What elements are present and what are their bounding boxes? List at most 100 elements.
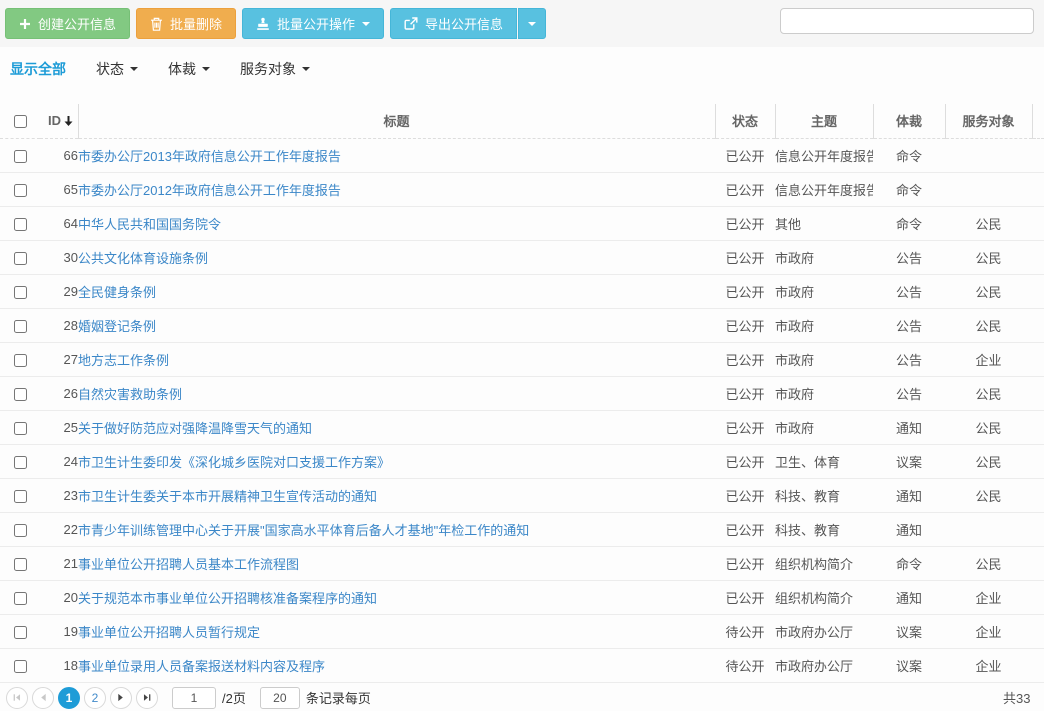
first-page-button[interactable]: [6, 687, 28, 709]
row-checkbox[interactable]: [14, 592, 27, 605]
row-title-link[interactable]: 事业单位公开招聘人员基本工作流程图: [78, 557, 299, 572]
filter-status-dropdown[interactable]: 状态: [96, 59, 138, 79]
row-checkbox[interactable]: [14, 218, 27, 231]
create-button-label: 创建公开信息: [38, 14, 116, 33]
row-checkbox[interactable]: [14, 354, 27, 367]
row-select-cell: [0, 308, 40, 342]
table-row: 19 事业单位公开招聘人员暂行规定 待公开 市政府办公厅 议案 企业: [0, 614, 1044, 648]
row-subject: 市政府办公厅: [775, 614, 873, 648]
table-row: 66 市委办公厅2013年政府信息公开工作年度报告 已公开 信息公开年度报告 命…: [0, 138, 1044, 172]
row-title-link[interactable]: 全民健身条例: [78, 285, 156, 300]
row-checkbox[interactable]: [14, 184, 27, 197]
bulk-publish-button[interactable]: 批量公开操作: [242, 8, 384, 39]
row-checkbox[interactable]: [14, 490, 27, 503]
page-number-input[interactable]: [172, 687, 216, 709]
row-audience: 公民: [945, 206, 1032, 240]
table-row: 64 中华人民共和国国务院令 已公开 其他 命令 公民: [0, 206, 1044, 240]
export-dropdown-toggle[interactable]: [518, 8, 546, 39]
filter-status-label: 状态: [96, 59, 124, 79]
row-checkbox[interactable]: [14, 422, 27, 435]
page-size-input[interactable]: [260, 687, 300, 709]
table-row: 65 市委办公厅2012年政府信息公开工作年度报告 已公开 信息公开年度报告 命…: [0, 172, 1044, 206]
row-title-link[interactable]: 事业单位公开招聘人员暂行规定: [78, 625, 260, 640]
row-status: 已公开: [715, 444, 775, 478]
row-status: 已公开: [715, 580, 775, 614]
stamp-icon: [256, 17, 270, 31]
row-checkbox[interactable]: [14, 660, 27, 673]
row-checkbox[interactable]: [14, 558, 27, 571]
row-checkbox[interactable]: [14, 150, 27, 163]
row-status: 已公开: [715, 410, 775, 444]
row-checkbox[interactable]: [14, 252, 27, 265]
row-title-link[interactable]: 公共文化体育设施条例: [78, 251, 208, 266]
bulk-delete-button[interactable]: 批量删除: [136, 8, 236, 39]
row-title-link[interactable]: 婚姻登记条例: [78, 319, 156, 334]
search-input[interactable]: [780, 8, 1034, 34]
row-title-link[interactable]: 中华人民共和国国务院令: [78, 217, 221, 232]
row-checkbox[interactable]: [14, 388, 27, 401]
row-extra-cell: [1032, 648, 1044, 682]
row-title-link[interactable]: 市委办公厅2013年政府信息公开工作年度报告: [78, 149, 341, 164]
page-2-button[interactable]: 2: [84, 687, 106, 709]
column-header-id[interactable]: ID: [40, 104, 78, 138]
row-title-link[interactable]: 自然灾害救助条例: [78, 387, 182, 402]
page-1-button[interactable]: 1: [58, 687, 80, 709]
caret-down-icon: [528, 22, 536, 26]
row-genre: 通知: [873, 478, 945, 512]
table-body: 66 市委办公厅2013年政府信息公开工作年度报告 已公开 信息公开年度报告 命…: [0, 138, 1044, 682]
row-checkbox[interactable]: [14, 626, 27, 639]
column-header-genre[interactable]: 体裁: [873, 104, 945, 138]
row-title-link[interactable]: 地方志工作条例: [78, 353, 169, 368]
row-title-link[interactable]: 市青少年训练管理中心关于开展"国家高水平体育后备人才基地"年检工作的通知: [78, 523, 529, 538]
table-row: 23 市卫生计生委关于本市开展精神卫生宣传活动的通知 已公开 科技、教育 通知 …: [0, 478, 1044, 512]
column-header-status[interactable]: 状态: [715, 104, 775, 138]
caret-down-icon: [130, 67, 138, 71]
row-extra-cell: [1032, 206, 1044, 240]
last-page-button[interactable]: [136, 687, 158, 709]
create-public-info-button[interactable]: 创建公开信息: [5, 8, 130, 39]
row-checkbox[interactable]: [14, 320, 27, 333]
row-title-cell: 市卫生计生委印发《深化城乡医院对口支援工作方案》: [78, 444, 715, 478]
table-row: 22 市青少年训练管理中心关于开展"国家高水平体育后备人才基地"年检工作的通知 …: [0, 512, 1044, 546]
next-page-button[interactable]: [110, 687, 132, 709]
row-subject: 市政府: [775, 308, 873, 342]
row-select-cell: [0, 240, 40, 274]
row-extra-cell: [1032, 308, 1044, 342]
public-info-manager-page: 创建公开信息 批量删除 批量公开操作 导出公开信息 显示全部 状态: [0, 0, 1044, 711]
row-audience: 公民: [945, 478, 1032, 512]
row-title-link[interactable]: 市卫生计生委关于本市开展精神卫生宣传活动的通知: [78, 489, 377, 504]
toolbar: 创建公开信息 批量删除 批量公开操作 导出公开信息: [0, 0, 1044, 47]
next-page-icon: [117, 693, 125, 702]
column-header-subject[interactable]: 主题: [775, 104, 873, 138]
row-id: 30: [40, 240, 78, 274]
row-title-cell: 市卫生计生委关于本市开展精神卫生宣传活动的通知: [78, 478, 715, 512]
table-row: 24 市卫生计生委印发《深化城乡医院对口支援工作方案》 已公开 卫生、体育 议案…: [0, 444, 1044, 478]
table-row: 27 地方志工作条例 已公开 市政府 公告 企业: [0, 342, 1044, 376]
row-subject: 卫生、体育: [775, 444, 873, 478]
total-records-label: 共33: [1003, 684, 1030, 711]
row-subject: 信息公开年度报告: [775, 138, 873, 172]
row-checkbox[interactable]: [14, 524, 27, 537]
filter-genre-dropdown[interactable]: 体裁: [168, 59, 210, 79]
row-audience: 企业: [945, 342, 1032, 376]
row-extra-cell: [1032, 138, 1044, 172]
row-extra-cell: [1032, 376, 1044, 410]
table-row: 21 事业单位公开招聘人员基本工作流程图 已公开 组织机构简介 命令 公民: [0, 546, 1044, 580]
export-public-info-button[interactable]: 导出公开信息: [390, 8, 517, 39]
filter-show-all[interactable]: 显示全部: [10, 59, 66, 79]
row-title-link[interactable]: 关于规范本市事业单位公开招聘核准备案程序的通知: [78, 591, 377, 606]
row-id: 65: [40, 172, 78, 206]
row-title-link[interactable]: 市卫生计生委印发《深化城乡医院对口支援工作方案》: [78, 455, 390, 470]
row-select-cell: [0, 274, 40, 308]
row-checkbox[interactable]: [14, 286, 27, 299]
row-title-link[interactable]: 市委办公厅2012年政府信息公开工作年度报告: [78, 183, 341, 198]
column-header-title[interactable]: 标题: [78, 104, 715, 138]
prev-page-button[interactable]: [32, 687, 54, 709]
select-all-checkbox[interactable]: [14, 115, 27, 128]
row-title-link[interactable]: 关于做好防范应对强降温降雪天气的通知: [78, 421, 312, 436]
column-header-audience[interactable]: 服务对象: [945, 104, 1032, 138]
filter-audience-dropdown[interactable]: 服务对象: [240, 59, 310, 79]
row-select-cell: [0, 614, 40, 648]
row-title-link[interactable]: 事业单位录用人员备案报送材料内容及程序: [78, 659, 325, 674]
row-checkbox[interactable]: [14, 456, 27, 469]
